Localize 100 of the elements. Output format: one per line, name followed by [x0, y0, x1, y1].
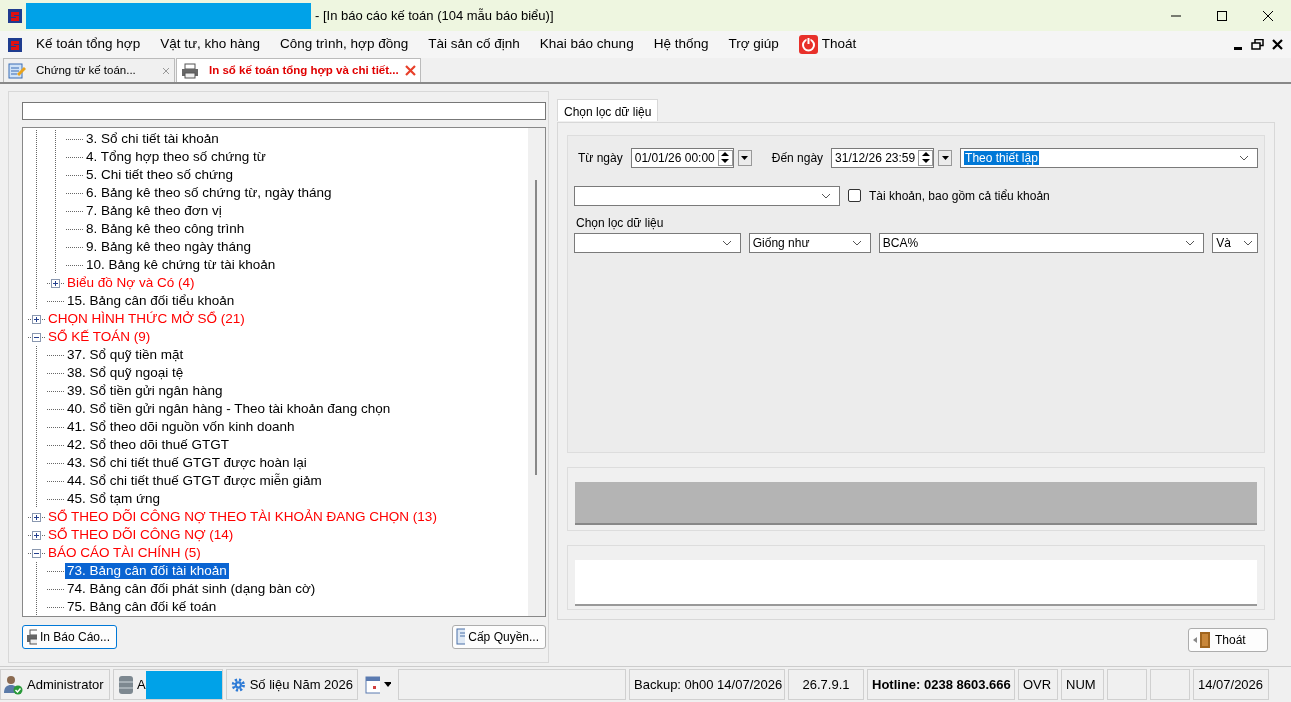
tree-item[interactable]: 44. Sổ chi tiết thuế GTGT được miễn giảm: [65, 473, 324, 489]
expand-toggle[interactable]: [32, 531, 41, 540]
menu-item[interactable]: Kế toán tổng hợp: [26, 34, 151, 55]
tree-group[interactable]: SỔ THEO DÕI CÔNG NỢ (14): [46, 527, 236, 543]
tree-item[interactable]: 43. Sổ chi tiết thuế GTGT được hoàn lại: [65, 455, 309, 471]
tree-item[interactable]: 74. Bảng cân đối phát sinh (dạng bàn cờ): [65, 581, 318, 597]
chevron-icon[interactable]: [1243, 239, 1253, 246]
criteria-label: Chọn lọc dữ liệu: [576, 214, 665, 232]
tree-item[interactable]: 3. Sổ chi tiết tài khoản: [84, 131, 221, 147]
tree-item[interactable]: 7. Bảng kê theo đơn vị: [84, 203, 224, 219]
chevron-icon[interactable]: [1239, 154, 1249, 161]
tree-item[interactable]: 8. Bảng kê theo công trình: [84, 221, 247, 237]
status-panel: [1107, 669, 1147, 700]
menu-item[interactable]: Công trình, hợp đồng: [270, 34, 419, 55]
print-report-button[interactable]: In Báo Cáo...: [22, 625, 117, 649]
document-tab[interactable]: In sổ kế toán tổng hợp và chi tiết...: [176, 58, 421, 82]
menu-label[interactable]: Thoát: [821, 34, 857, 55]
conjunction-dropdown[interactable]: Và: [1212, 232, 1258, 253]
from-date-field[interactable]: 01/01/26 00:00: [630, 147, 734, 168]
database-icon: [118, 673, 133, 696]
tree-item[interactable]: 38. Sổ quỹ ngoại tệ: [65, 365, 186, 381]
from-date-label: Từ ngày: [578, 149, 623, 167]
tree-item[interactable]: 41. Sổ theo dõi nguồn vốn kinh doanh: [65, 419, 297, 435]
logo-icon: [8, 9, 22, 24]
tree-group[interactable]: Biểu đồ Nợ và Có (4): [65, 275, 197, 291]
account-dropdown[interactable]: [574, 185, 840, 206]
chevron-icon[interactable]: [721, 239, 732, 246]
exit-menu-item[interactable]: Thoát: [788, 34, 867, 55]
power-icon: [798, 35, 818, 54]
tree-group[interactable]: CHỌN HÌNH THỨC MỞ SỔ (21): [46, 311, 247, 327]
period-dropdown[interactable]: Theo thiết lập: [960, 147, 1258, 168]
notepad-icon: [8, 62, 26, 79]
status-panel: [1150, 669, 1190, 700]
tab[interactable]: Chọn lọc dữ liệu: [557, 99, 659, 121]
maximize-icon[interactable]: [1216, 9, 1228, 22]
tree-group[interactable]: SỔ THEO DÕI CÔNG NỢ THEO TÀI KHOẢN ĐANG CHỌN (13): [46, 509, 439, 525]
user-icon: [3, 674, 23, 695]
tree-item[interactable]: 73. Bảng cân đối tài khoản: [65, 563, 229, 579]
database-name: A: [136, 675, 146, 694]
printer-icon: [181, 62, 199, 79]
caret-icon[interactable]: [384, 682, 391, 687]
tree-item[interactable]: 4. Tổng hợp theo số chứng từ: [84, 149, 268, 165]
tree-item[interactable]: 6. Bảng kê theo số chứng từ, ngày tháng: [84, 185, 334, 201]
expand-toggle[interactable]: [32, 333, 41, 342]
printer-icon: [26, 629, 37, 645]
menu-item[interactable]: Hệ thống: [643, 34, 719, 55]
checkbox-label: Tài khoản, bao gồm cả tiểu khoản: [869, 187, 1050, 205]
menu-item[interactable]: Vật tư, kho hàng: [150, 34, 271, 55]
value-dropdown[interactable]: BCA%: [878, 232, 1205, 253]
status-date: 14/07/2026: [1198, 675, 1264, 694]
backup-info: Backup: 0h00 14/07/2026: [634, 675, 783, 694]
ovr-indicator: OVR: [1023, 675, 1052, 694]
tree-item[interactable]: 15. Bảng cân đối tiểu khoản: [65, 293, 237, 309]
window-title: - [In báo cáo kế toán (104 mẫu báo biểu)]: [315, 6, 554, 25]
tree-group[interactable]: BÁO CÁO TÀI CHÍNH (5): [46, 545, 203, 561]
chevron-icon[interactable]: [851, 239, 862, 246]
logo-icon: [8, 37, 22, 52]
tree-item[interactable]: 10. Bảng kê chứng từ tài khoản: [84, 257, 278, 273]
data-year-label: Số liệu Năm 2026: [249, 675, 353, 694]
chevron-icon[interactable]: [821, 192, 831, 199]
user-name: Administrator: [27, 675, 104, 694]
document-key-icon: [456, 628, 466, 646]
expand-toggle[interactable]: [32, 549, 41, 558]
door-icon: [1192, 630, 1212, 649]
tree-item[interactable]: 40. Sổ tiền gửi ngân hàng - Theo tài khoản đang chọn: [65, 401, 393, 417]
spin-icon[interactable]: [918, 149, 934, 166]
exit-button[interactable]: Thoát: [1188, 627, 1268, 652]
field-dropdown[interactable]: [574, 232, 741, 253]
spin-icon[interactable]: [717, 149, 733, 166]
document-tab[interactable]: Chứng từ kế toán...: [3, 58, 175, 82]
tree-group[interactable]: SỔ KẾ TOÁN (9): [46, 329, 153, 345]
menu-item[interactable]: Trợ giúp: [718, 34, 789, 55]
to-date-label: Đến ngày: [771, 149, 824, 167]
search-field[interactable]: [22, 102, 546, 120]
restore-icon[interactable]: [1251, 39, 1264, 50]
expand-toggle[interactable]: [51, 279, 60, 288]
checkbox[interactable]: [848, 189, 861, 202]
expand-toggle[interactable]: [32, 315, 41, 324]
to-date-field[interactable]: 31/12/26 23:59: [831, 147, 935, 168]
menu-item[interactable]: Tài sản cố định: [418, 34, 530, 55]
close-icon[interactable]: [1272, 39, 1283, 50]
calendar-icon[interactable]: [365, 675, 381, 694]
tree-item[interactable]: 39. Sổ tiền gửi ngân hàng: [65, 383, 225, 399]
close-icon[interactable]: [1262, 9, 1274, 22]
version-number: 26.7.9.1: [802, 675, 850, 694]
tree-item[interactable]: 75. Bảng cân đối kế toán: [65, 599, 219, 615]
expand-toggle[interactable]: [32, 513, 41, 522]
hotline-number: Hotline: 0238 8603.666: [872, 675, 1011, 694]
tree-item[interactable]: 45. Sổ tạm ứng: [65, 491, 163, 507]
tree-item[interactable]: 37. Sổ quỹ tiền mặt: [65, 347, 186, 363]
scrollbar-thumb[interactable]: [535, 180, 537, 475]
chevron-icon[interactable]: [1185, 239, 1196, 246]
tree-item[interactable]: 9. Bảng kê theo ngày tháng: [84, 239, 254, 255]
tree-item[interactable]: 42. Sổ theo dõi thuế GTGT: [65, 437, 232, 453]
scrollbar[interactable]: [528, 128, 545, 616]
menu-item[interactable]: Khai báo chung: [529, 34, 644, 55]
num-indicator: NUM: [1066, 675, 1096, 694]
tree-item[interactable]: 5. Chi tiết theo số chứng: [84, 167, 236, 183]
operator-dropdown[interactable]: Giống như: [748, 232, 871, 253]
permission-button[interactable]: Cấp Quyền...: [452, 625, 546, 649]
